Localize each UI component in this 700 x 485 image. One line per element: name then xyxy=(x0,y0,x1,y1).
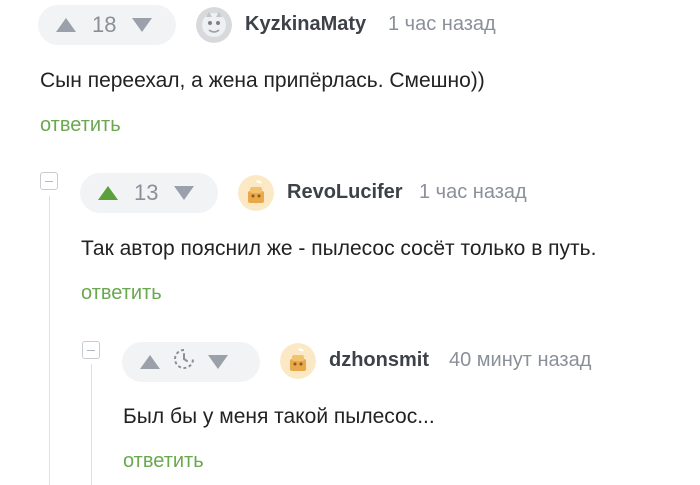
avatar[interactable] xyxy=(196,7,232,43)
avatar[interactable] xyxy=(280,343,316,379)
comment-text: Был бы у меня такой пылесос... xyxy=(123,405,435,428)
thread-line-level-2 xyxy=(91,364,92,485)
comment-author[interactable]: KyzkinaMaty xyxy=(245,13,366,36)
upvote-icon[interactable] xyxy=(54,13,78,37)
thread-line-level-1 xyxy=(49,196,50,485)
comment-author[interactable]: dzhonsmit xyxy=(329,349,429,372)
vote-widget: 18 xyxy=(38,5,176,45)
comment-time[interactable]: 1 час назад xyxy=(419,181,527,204)
vote-widget: 13 xyxy=(80,173,218,213)
comment-time[interactable]: 40 минут назад xyxy=(449,349,591,372)
reply-button[interactable]: ответить xyxy=(81,282,162,305)
avatar[interactable] xyxy=(238,175,274,211)
downvote-icon[interactable] xyxy=(206,350,230,374)
timer-icon xyxy=(162,347,206,377)
comment-time[interactable]: 1 час назад xyxy=(388,13,496,36)
collapse-icon[interactable] xyxy=(82,341,100,359)
comment-text: Сын переехал, а жена припёрлась. Смешно)… xyxy=(40,69,485,92)
comment-score: 18 xyxy=(92,12,117,37)
upvote-icon[interactable] xyxy=(138,350,162,374)
collapse-icon[interactable] xyxy=(40,172,58,190)
downvote-icon[interactable] xyxy=(172,181,196,205)
vote-widget xyxy=(122,342,260,382)
downvote-icon[interactable] xyxy=(130,13,154,37)
reply-button[interactable]: ответить xyxy=(123,450,204,473)
comment-text: Так автор пояснил же - пылесос сосёт тол… xyxy=(81,237,597,260)
comment-author[interactable]: RevoLucifer xyxy=(287,181,403,204)
reply-button[interactable]: ответить xyxy=(40,114,121,137)
comment-score: 13 xyxy=(134,180,159,205)
upvote-icon[interactable] xyxy=(96,181,120,205)
